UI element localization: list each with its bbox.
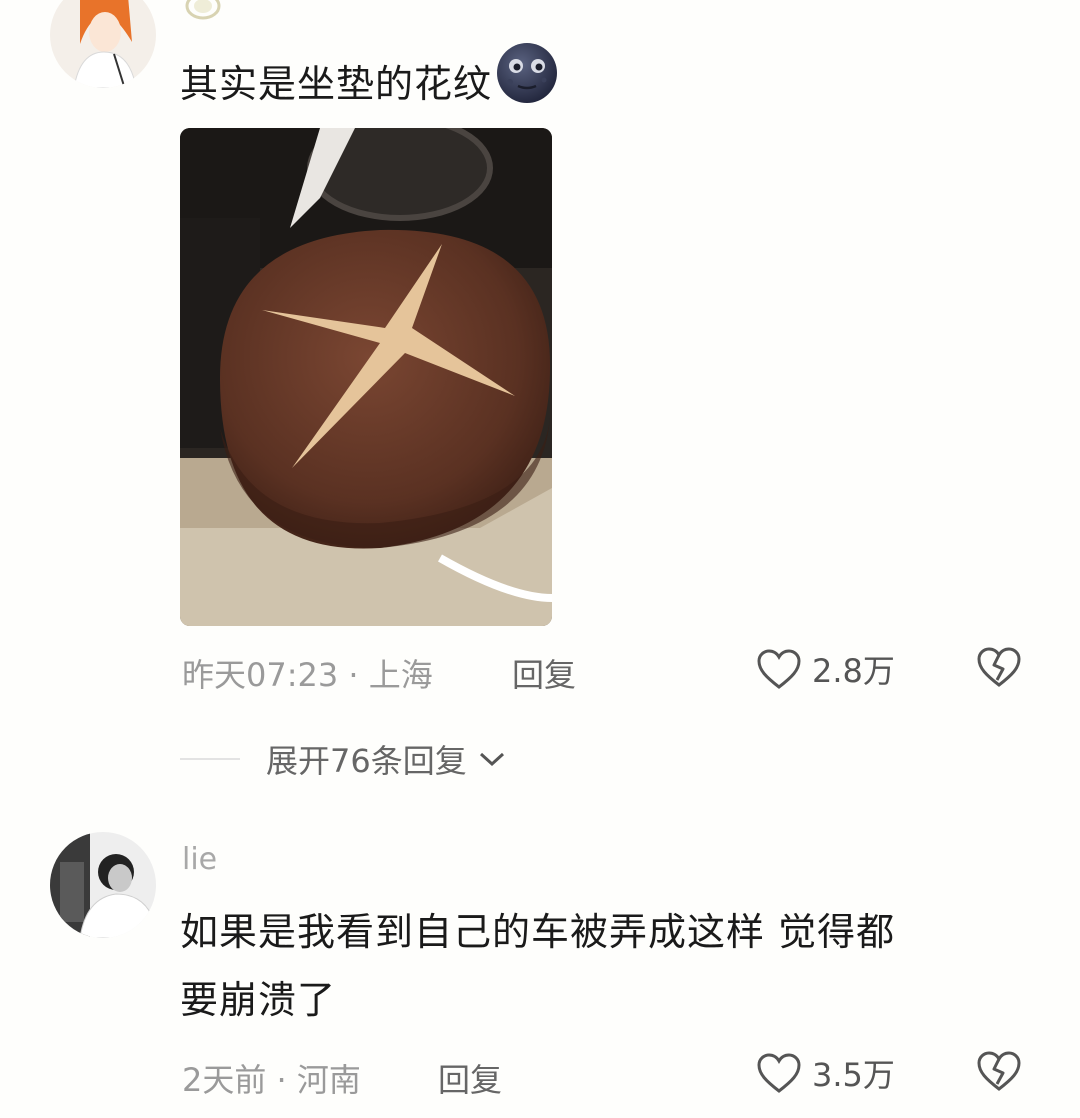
- reply-button[interactable]: 回复: [438, 1055, 502, 1101]
- divider-line: [180, 758, 240, 760]
- reply-button[interactable]: 回复: [512, 650, 576, 696]
- avatar[interactable]: [50, 0, 156, 88]
- comment-image[interactable]: [180, 128, 552, 626]
- comment-text: 其实是坐垫的花纹: [180, 42, 558, 125]
- dislike-button[interactable]: [976, 1050, 1022, 1096]
- heart-outline-icon: [757, 649, 801, 689]
- like-button[interactable]: 3.5万: [756, 1050, 895, 1096]
- moon-face-emoji-icon: [496, 42, 558, 125]
- chevron-down-icon: [479, 752, 504, 767]
- username[interactable]: lie: [182, 842, 217, 877]
- like-count: 2.8万: [812, 652, 895, 690]
- expand-replies-button[interactable]: 展开76条回复: [180, 736, 507, 782]
- comment-time-location: 2天前 · 河南: [182, 1061, 361, 1099]
- heart-outline-icon: [757, 1053, 801, 1093]
- dislike-button[interactable]: [976, 646, 1022, 692]
- broken-heart-icon: [977, 1051, 1021, 1091]
- comment-time-location: 昨天07:23 · 上海: [182, 656, 433, 694]
- like-count: 3.5万: [812, 1056, 895, 1094]
- avatar[interactable]: [50, 832, 156, 938]
- broken-heart-icon: [977, 647, 1021, 687]
- like-button[interactable]: 2.8万: [756, 646, 895, 692]
- username-badge-icon: [184, 0, 222, 26]
- comment-text: 如果是我看到自己的车被弄成这样 觉得都 要崩溃了: [180, 910, 896, 1022]
- expand-replies-label: 展开76条回复: [266, 742, 467, 780]
